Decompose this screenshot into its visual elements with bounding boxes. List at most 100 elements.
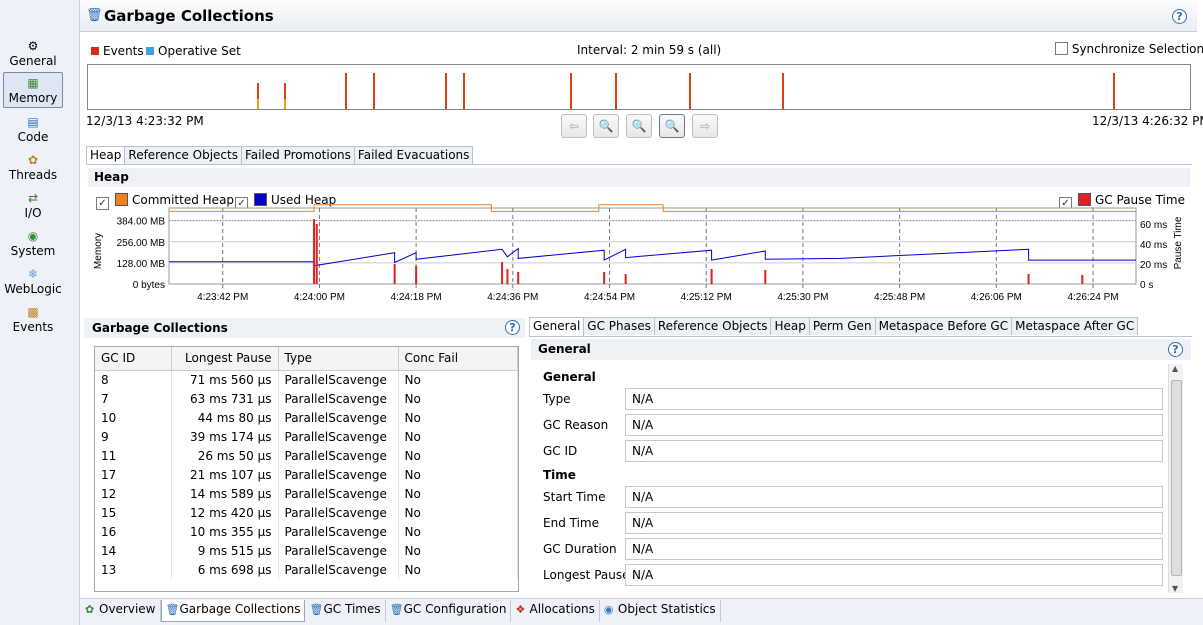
timeline-event-marker: [689, 73, 691, 109]
events-swatch: [91, 47, 99, 55]
scroll-right-button[interactable]: ⇨: [692, 114, 718, 138]
type-cell: ParallelScavenge: [278, 465, 399, 484]
nav-code[interactable]: ▤ Code: [3, 112, 63, 148]
zoom-selection-button[interactable]: 🔍: [626, 114, 652, 138]
tab-heap-detail[interactable]: Heap: [770, 317, 810, 335]
gc-pause-bar: [624, 274, 627, 284]
tab-metaspace-before[interactable]: Metaspace Before GC: [874, 317, 1013, 335]
object-stats-icon: ◉: [603, 603, 614, 616]
tab-reference-objects[interactable]: Reference Objects: [124, 146, 242, 164]
field-label: Longest Pause: [543, 568, 630, 582]
table-row[interactable]: 13 6 ms 698 µs ParallelScavenge No: [95, 560, 518, 579]
zoom-in-icon: 🔍: [664, 119, 680, 133]
bottom-tab-gc-configuration[interactable]: 🗑GC Configuration: [386, 600, 512, 622]
tab-perm-gen[interactable]: Perm Gen: [808, 317, 876, 335]
tab-metaspace-after[interactable]: Metaspace After GC: [1011, 317, 1139, 335]
field-label: GC ID: [543, 444, 578, 458]
sync-checkbox[interactable]: [1055, 42, 1068, 55]
field-label: GC Reason: [543, 418, 609, 432]
nav-weblogic[interactable]: ❄ WebLogic: [3, 264, 63, 300]
timeline-event-marker: [615, 73, 617, 109]
tab-general[interactable]: General: [529, 317, 585, 336]
gc-pause-bar: [501, 262, 504, 284]
field-value[interactable]: N/A: [625, 486, 1163, 508]
scroll-up-icon[interactable]: ▲: [1172, 364, 1178, 373]
gc-id-cell: 10: [95, 408, 172, 427]
table-row[interactable]: 11 26 ms 50 µs ParallelScavenge No: [95, 446, 518, 465]
synchronize-selection[interactable]: Synchronize Selection: [1055, 42, 1203, 56]
field-value[interactable]: N/A: [625, 538, 1163, 560]
gc-pause-bar: [517, 272, 520, 284]
bottom-tab-overview[interactable]: ✿ Overview: [81, 600, 161, 622]
field-label: End Time: [543, 516, 599, 530]
nav-threads[interactable]: ✿ Threads: [3, 150, 63, 186]
type-cell: ParallelScavenge: [278, 560, 399, 579]
field-value[interactable]: N/A: [625, 414, 1163, 436]
table-row[interactable]: 8 71 ms 560 µs ParallelScavenge No: [95, 370, 518, 389]
timeline-event-marker: [463, 73, 465, 109]
detail-scrollbar[interactable]: ▲ ▼: [1168, 364, 1183, 593]
y2-tick-label: 20 ms: [1140, 260, 1167, 271]
event-timeline[interactable]: [87, 64, 1191, 110]
bottom-tab-allocations[interactable]: ❖ Allocations: [511, 600, 600, 622]
bottom-tab-label: Allocations: [529, 602, 595, 616]
general-icon: ⚙: [27, 39, 39, 53]
heap-chart-canvas[interactable]: 0 bytes 128.00 MB 256.00 MB 384.00 MB 0 s 20 …: [87, 166, 1191, 310]
table-row[interactable]: 12 14 ms 589 µs ParallelScavenge No: [95, 484, 518, 503]
nav-general[interactable]: ⚙ General: [3, 36, 63, 72]
nav-label: Events: [12, 320, 54, 334]
scroll-left-button[interactable]: ⇦: [561, 114, 587, 138]
gc-config-icon: 🗑: [389, 603, 404, 616]
nav-memory[interactable]: ▦ Memory: [3, 72, 63, 108]
timeline-operative-marker: [257, 99, 259, 109]
table-row[interactable]: 9 39 ms 174 µs ParallelScavenge No: [95, 427, 518, 446]
gc-id-cell: 13: [95, 560, 172, 579]
nav-label: General: [9, 54, 57, 68]
scrollbar-thumb[interactable]: [1171, 380, 1182, 576]
conc-fail-cell: No: [398, 541, 518, 560]
tab-failed-promotions[interactable]: Failed Promotions: [240, 146, 355, 164]
field-value[interactable]: N/A: [625, 564, 1163, 586]
timeline-canvas[interactable]: [88, 65, 1190, 109]
timeline-event-marker: [1113, 73, 1115, 109]
scroll-down-icon[interactable]: ▼: [1172, 584, 1178, 593]
heap-chart[interactable]: 0 bytes 128.00 MB 256.00 MB 384.00 MB 0 s 20 …: [87, 166, 1191, 310]
tab-gc-phases[interactable]: GC Phases: [583, 317, 655, 335]
tab-reference-objects-detail[interactable]: Reference Objects: [653, 317, 772, 335]
table-row[interactable]: 7 63 ms 731 µs ParallelScavenge No: [95, 389, 518, 408]
field-value[interactable]: N/A: [625, 388, 1163, 410]
bottom-tab-object-statistics[interactable]: ◉ Object Statistics: [600, 600, 721, 622]
conc-fail-cell: No: [398, 560, 518, 579]
col-gc-id[interactable]: GC ID: [95, 347, 172, 371]
nav-label: Threads: [8, 168, 58, 182]
x-tick-label: 4:25:12 PM: [681, 292, 732, 303]
help-icon[interactable]: ?: [505, 320, 520, 335]
col-type[interactable]: Type: [278, 347, 399, 371]
table-row[interactable]: 14 9 ms 515 µs ParallelScavenge No: [95, 541, 518, 560]
tab-failed-evacuations[interactable]: Failed Evacuations: [353, 146, 474, 164]
field-value[interactable]: N/A: [625, 512, 1163, 534]
col-conc-fail[interactable]: Conc Fail: [398, 347, 518, 371]
x-tick-label: 4:25:48 PM: [874, 292, 925, 303]
col-longest-pause[interactable]: Longest Pause: [171, 347, 279, 371]
help-icon[interactable]: ?: [1172, 9, 1187, 24]
bottom-tab-gc-times[interactable]: 🗑GC Times: [305, 600, 386, 622]
zoom-out-button[interactable]: 🔍: [593, 114, 619, 138]
io-icon: ⇄: [27, 191, 39, 205]
longest-pause-cell: 9 ms 515 µs: [171, 541, 279, 560]
table-row[interactable]: 17 21 ms 107 µs ParallelScavenge No: [95, 465, 518, 484]
table-row[interactable]: 10 44 ms 80 µs ParallelScavenge No: [95, 408, 518, 427]
nav-system[interactable]: ◉ System: [3, 226, 63, 262]
longest-pause-cell: 39 ms 174 µs: [171, 427, 279, 446]
longest-pause-cell: 71 ms 560 µs: [171, 370, 279, 389]
nav-io[interactable]: ⇄ I/O: [3, 188, 63, 224]
table-row[interactable]: 16 10 ms 355 µs ParallelScavenge No: [95, 522, 518, 541]
table-header-row: GC ID Longest Pause Type Conc Fail: [95, 347, 518, 371]
field-value[interactable]: N/A: [625, 440, 1163, 462]
nav-events[interactable]: ▩ Events: [3, 302, 63, 338]
bottom-tab-garbage-collections[interactable]: 🗑Garbage Collections: [160, 600, 306, 622]
help-icon[interactable]: ?: [1168, 342, 1183, 357]
table-row[interactable]: 15 12 ms 420 µs ParallelScavenge No: [95, 503, 518, 522]
zoom-in-button[interactable]: 🔍: [659, 114, 685, 138]
tab-heap[interactable]: Heap: [86, 146, 126, 165]
